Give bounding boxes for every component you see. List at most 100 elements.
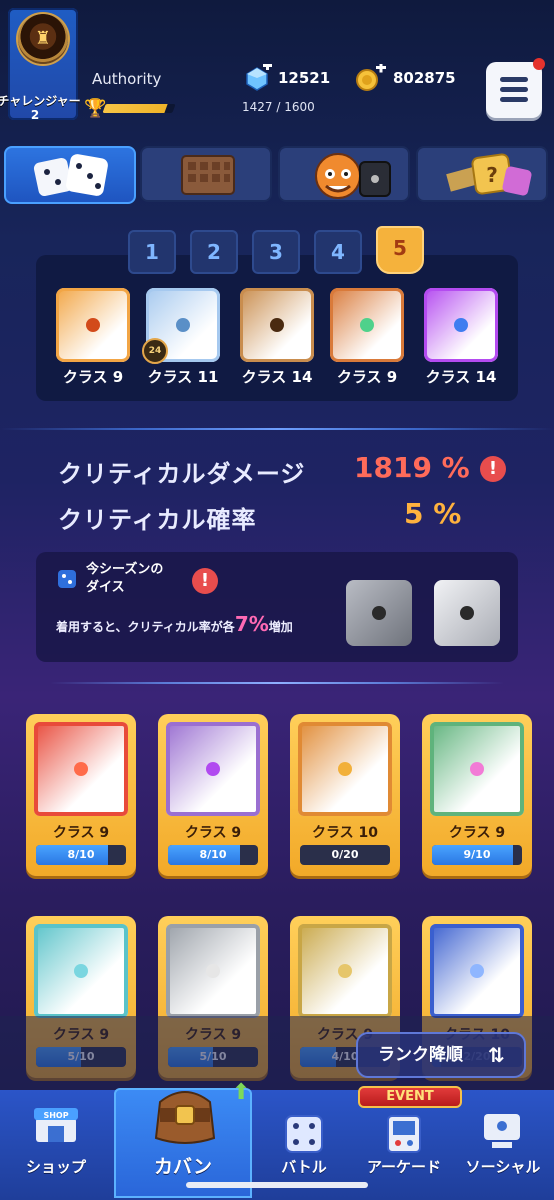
dice-class-label: クラス 9 [52, 825, 110, 841]
season-title-line1: 今シーズンの [86, 562, 164, 577]
nav-bag-label: カバン [154, 1156, 212, 1178]
coin-count: 802875 [393, 69, 456, 87]
divider [50, 682, 504, 684]
bag-icon [154, 1091, 216, 1144]
deck-dice-label: クラス 9 [336, 368, 398, 386]
inventory-dice-card[interactable]: クラス 9 8/10 [158, 714, 268, 876]
dice-pip-icon [338, 964, 352, 978]
gem-plus-icon[interactable] [244, 64, 272, 92]
dice-class-label: クラス 9 [448, 825, 506, 841]
shop-icon: SHOP [34, 1108, 78, 1142]
nav-battle-label: バトル [281, 1158, 327, 1176]
tab-dice[interactable] [4, 146, 136, 204]
deck-tab-5[interactable]: 5 [376, 226, 424, 274]
nav-arcade-label: アーケード [366, 1158, 442, 1176]
deck-dice-label: クラス 11 [147, 368, 219, 386]
emote-dice-icon: ? [446, 153, 532, 196]
dice-face [34, 722, 128, 816]
dice-face [430, 924, 524, 1018]
crit-damage-info-icon[interactable]: ! [480, 456, 506, 482]
home-indicator [186, 1182, 368, 1188]
crit-damage-value: 1819 % [354, 451, 470, 484]
sort-button-label: ランク降順 [378, 1045, 463, 1065]
season-dice-title: 今シーズンの ダイス [86, 561, 163, 597]
dice-progress-text: 0/20 [331, 848, 359, 861]
season-title-line2: ダイス [86, 580, 125, 595]
dice-class-label: クラス 9 [184, 825, 242, 841]
dice-pip-icon [270, 318, 284, 332]
dice-progress-bar: 9/10 [432, 845, 522, 865]
nav-shop[interactable]: SHOP ショップ [0, 1090, 112, 1200]
deck-dice-3[interactable] [240, 288, 314, 362]
season-dice-1[interactable] [346, 580, 412, 646]
dice-pip-icon [176, 318, 190, 332]
season-dice-icon [58, 570, 76, 588]
dice-pip-icon [74, 762, 88, 776]
tab-emotes[interactable]: ? [416, 146, 548, 202]
season-desc-percent: 7% [234, 612, 269, 636]
player-name: Authority [92, 70, 162, 88]
dice-face [34, 924, 128, 1018]
coin-plus-icon[interactable] [354, 64, 386, 92]
deck-dice-label: クラス 14 [425, 368, 497, 386]
dice-pip-icon [206, 964, 220, 978]
dice-face [298, 924, 392, 1018]
dice-pip-icon [86, 318, 100, 332]
deck-tab-3[interactable]: 3 [252, 230, 300, 274]
dice-face [298, 722, 392, 816]
season-desc-prefix: 着用すると、クリティカル率が各 [56, 620, 235, 634]
inventory-dice-card[interactable]: クラス 9 8/10 [26, 714, 136, 876]
menu-icon-bar [500, 87, 528, 92]
season-description: 着用すると、クリティカル率が各7%増加 [56, 612, 293, 636]
deck-dice-1[interactable] [56, 288, 130, 362]
xp-progress-bar [102, 104, 176, 113]
deck-tab-2[interactable]: 2 [190, 230, 238, 274]
dice-progress-bar: 8/10 [168, 845, 258, 865]
dice-pip-icon [360, 318, 374, 332]
arcade-icon [387, 1115, 421, 1153]
tab-board[interactable] [140, 146, 272, 202]
xp-text: 1427 / 1600 [242, 100, 315, 114]
dice-face [166, 924, 260, 1018]
season-desc-suffix: 増加 [268, 620, 293, 634]
dice-progress-bar: 0/20 [300, 845, 390, 865]
dice-level-badge: 24 [142, 338, 168, 364]
deck-dice-4[interactable] [330, 288, 404, 362]
main-menu-button[interactable] [486, 62, 542, 118]
dice-progress-text: 9/10 [463, 848, 491, 861]
nav-social[interactable]: ソーシャル [452, 1090, 554, 1200]
dice-progress-text: 8/10 [199, 848, 227, 861]
season-info-icon[interactable]: ! [192, 568, 218, 594]
divider [0, 428, 554, 430]
social-icon [484, 1114, 520, 1148]
shop-sign-text: SHOP [43, 1111, 68, 1120]
tab-character[interactable] [278, 146, 410, 202]
dice-pip-icon [470, 964, 484, 978]
dice-progress-bar: 8/10 [36, 845, 126, 865]
deck-dice-label: クラス 14 [241, 368, 313, 386]
sort-arrows-icon: ⇅ [488, 1043, 505, 1067]
season-dice-2[interactable] [434, 580, 500, 646]
upgrade-arrow-icon: ⬆ [232, 1080, 251, 1105]
crit-rate-value: 5 % [404, 497, 462, 530]
gem-count: 12521 [278, 69, 331, 87]
nav-shop-label: ショップ [25, 1158, 86, 1176]
event-badge: EVENT [358, 1086, 462, 1108]
inventory-dice-card[interactable]: クラス 10 0/20 [290, 714, 400, 876]
sort-rank-desc-button[interactable]: ランク降順 ⇅ [356, 1032, 526, 1078]
menu-icon-bar [500, 97, 528, 102]
dice-pip-icon [470, 762, 484, 776]
deck-dice-label: クラス 9 [62, 368, 124, 386]
dice-face [166, 722, 260, 816]
dice-icon [33, 154, 108, 197]
crit-damage-label: クリティカルダメージ [58, 460, 306, 488]
inventory-dice-card[interactable]: クラス 9 9/10 [422, 714, 532, 876]
deck-tab-1[interactable]: 1 [128, 230, 176, 274]
crown-icon: ♜ [34, 28, 52, 49]
dice-class-label: クラス 10 [311, 825, 379, 841]
deck-tab-4[interactable]: 4 [314, 230, 362, 274]
deck-dice-5[interactable] [424, 288, 498, 362]
dice-pip-icon [338, 762, 352, 776]
board-icon [181, 155, 235, 195]
character-icon [315, 153, 391, 199]
